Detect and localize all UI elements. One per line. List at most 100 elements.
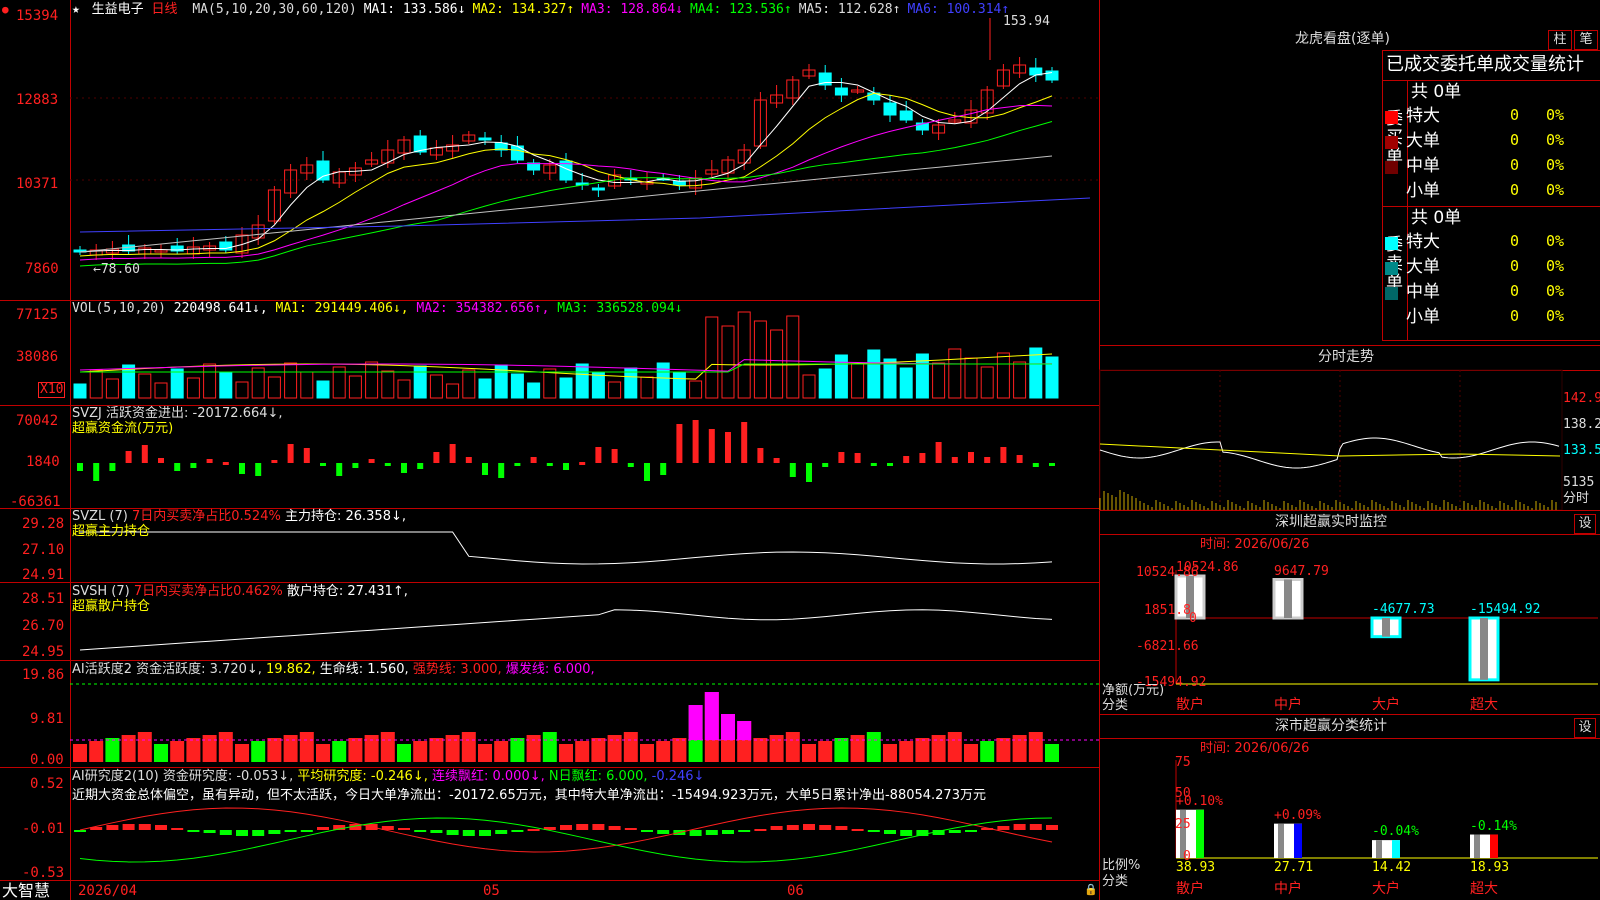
capital-flow-bar — [789, 463, 796, 477]
monitor-value: 9647.79 — [1274, 563, 1329, 579]
capital-flow-bar — [206, 459, 213, 463]
research-bar — [576, 824, 589, 830]
period-label[interactable]: 日线 — [152, 2, 178, 17]
svzj-y-label: -66361 — [10, 494, 61, 510]
vol-header: VOL(5,10,20) 220498.641↓, MA1: 291449.40… — [72, 301, 683, 316]
ma-legend-item: MA5: 112.628↑ — [798, 2, 901, 17]
activity-bar — [899, 741, 914, 762]
stats-category: 中户 — [1274, 881, 1302, 897]
research-bar — [252, 830, 265, 836]
activity-bar — [461, 732, 476, 762]
research-bar — [738, 830, 751, 832]
research-bar — [236, 830, 248, 836]
activity-bar — [542, 732, 557, 762]
volume-bar — [559, 377, 573, 399]
stats-bar-accent — [1196, 809, 1204, 858]
volume-bar — [608, 381, 622, 399]
stats-bar-shade — [1376, 840, 1382, 858]
volume-bar — [510, 373, 524, 399]
stats-time: 时间: 2026/06/26 — [1200, 741, 1310, 756]
capital-flow-bar — [757, 448, 764, 463]
monitor-axis-sub: 分类 — [1102, 698, 1129, 713]
research-bar — [608, 826, 621, 830]
research-bar — [398, 828, 410, 830]
volume-bar — [932, 362, 946, 399]
activity-bar — [283, 735, 298, 762]
research-bar — [317, 827, 329, 830]
volume-bar — [462, 369, 476, 399]
ai-research-y-label: 0.52 — [30, 776, 64, 792]
research-bar — [965, 830, 977, 832]
research-bar — [624, 828, 637, 830]
activity-bar — [575, 741, 590, 762]
ma-legend: MA(5,10,20,30,60,120) MA1: 133.586↓ MA2: 1… — [185, 2, 1009, 17]
capital-flow-bar — [141, 445, 148, 463]
capital-flow-bar — [708, 429, 715, 463]
stats-category: 散户 — [1176, 881, 1204, 897]
research-bar — [689, 830, 702, 836]
activity-bar — [802, 744, 816, 762]
lock-icon[interactable]: 🔒 — [1084, 882, 1098, 897]
research-bar — [867, 830, 880, 832]
capital-flow-bar — [303, 448, 310, 463]
research-bar — [527, 829, 540, 831]
volume-bar — [429, 374, 443, 399]
monitor-axis-title: 净额(万元) — [1102, 683, 1165, 698]
activity-bar — [640, 744, 654, 762]
activity-bar — [866, 732, 881, 762]
activity-bar — [251, 741, 266, 762]
volume-bar — [203, 363, 217, 399]
volume-bar — [397, 379, 411, 399]
capital-flow-bar — [546, 463, 553, 466]
monitor-bar-shade — [1382, 618, 1390, 637]
capital-flow-bar — [692, 420, 699, 463]
ai-research-header: AI研究度2(10) 资金研究度: -0.053↓, 平均研究度: -0.246… — [72, 769, 705, 784]
capital-flow-bar — [352, 463, 359, 468]
price-y-label: 12883 — [16, 92, 59, 108]
research-bar — [138, 824, 151, 830]
capital-flow-bar — [741, 422, 748, 463]
stats-bar-shade — [1278, 823, 1284, 858]
stats-value: 18.93 — [1470, 860, 1510, 875]
svzl-sub: 超赢主力持仓 — [72, 524, 151, 539]
research-bar — [997, 826, 1010, 830]
capital-flow-bar — [514, 463, 521, 466]
volume-bar — [105, 378, 119, 399]
volume-bar — [705, 316, 719, 399]
capital-flow-bar — [77, 463, 83, 471]
capital-flow-bar — [660, 463, 667, 475]
svzl-header: SVZL (7) 7日内买卖净占比0.524% 主力持仓: 26.358↓, — [72, 509, 406, 524]
chart-area[interactable]: ★ 生益电子 日线 MA(5,10,20,30,60,120) MA1: 133.… — [0, 0, 1100, 900]
volume-bar — [186, 377, 200, 399]
ai-active-header: AI活跃度2 资金活跃度: 3.720↓, 19.862, 生命线: 1.560… — [72, 662, 595, 677]
favorite-star-icon[interactable]: ★ — [72, 2, 80, 17]
svsh-y-label: 28.51 — [22, 591, 65, 607]
price-y-label: 15394 — [16, 8, 59, 24]
activity-bar — [202, 735, 217, 762]
research-bar — [462, 830, 475, 836]
capital-flow-bar — [417, 463, 424, 469]
ai-research-y-label: -0.53 — [22, 865, 65, 881]
volume-bar — [527, 382, 541, 399]
stats-value: 38.93 — [1176, 860, 1216, 875]
monitor-settings-button[interactable]: 设 — [1574, 514, 1596, 534]
ai-active-y-label: 19.86 — [22, 667, 65, 683]
volume-bar — [818, 368, 832, 399]
activity-bar — [964, 744, 978, 762]
ai-research-description: 近期大资金总体偏空，虽有异动，但不太活跃，今日大单净流出：-20172.65万元… — [72, 788, 986, 803]
activity-bar — [380, 732, 395, 762]
volume-bar — [365, 361, 379, 399]
menu-dot-icon[interactable]: ● — [2, 2, 9, 17]
candle-body — [478, 137, 492, 141]
stats-settings-button[interactable]: 设 — [1574, 718, 1596, 738]
capital-flow-bar — [935, 442, 942, 463]
activity-bar — [850, 735, 865, 762]
volume-bar — [316, 380, 330, 399]
vol-y-label: 77125 — [16, 307, 59, 323]
chart-canvas — [70, 18, 1099, 863]
volume-bar — [851, 363, 865, 399]
activity-bar — [607, 735, 622, 762]
ma-legend-item: MA4: 123.536↑ — [689, 2, 792, 17]
candle-body — [316, 160, 330, 181]
volume-bar — [899, 367, 913, 399]
